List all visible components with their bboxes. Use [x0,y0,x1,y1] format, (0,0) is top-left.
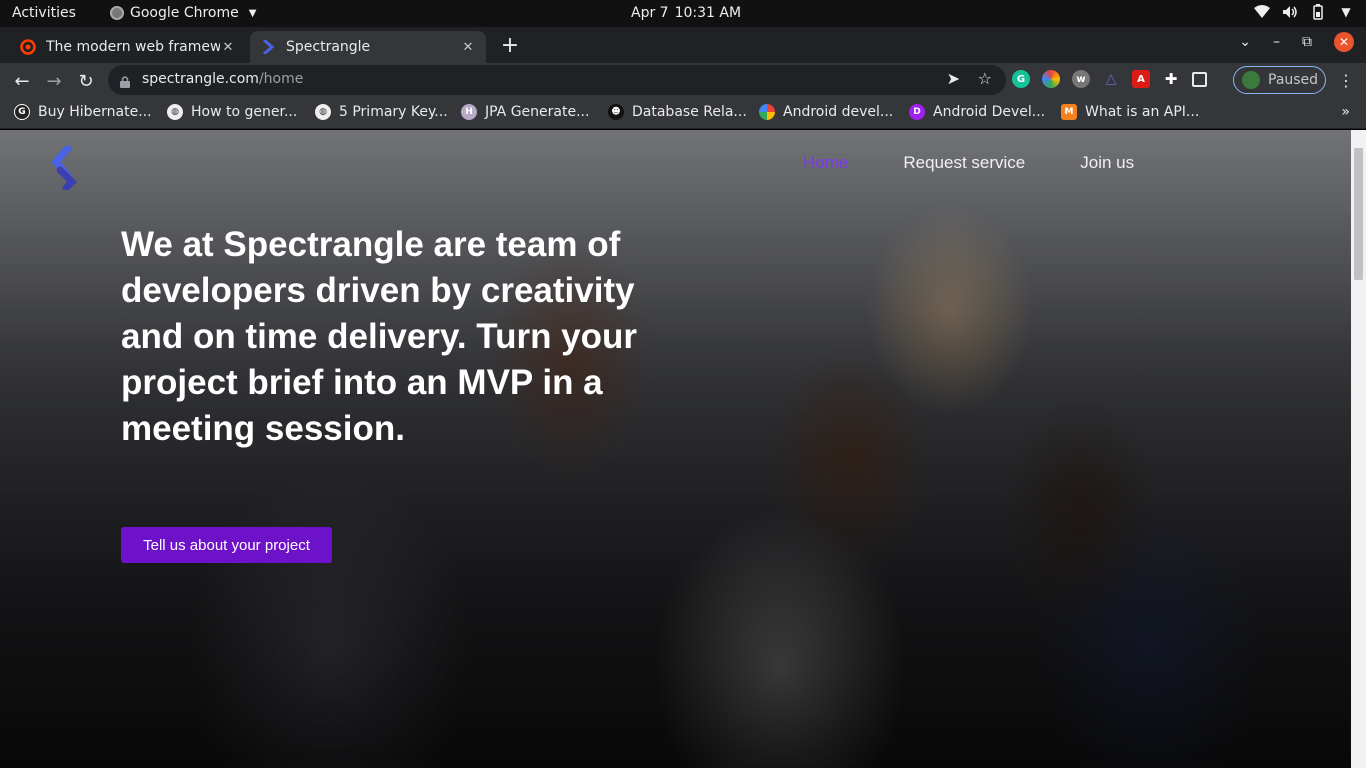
bookmark-label: Buy Hibernate... [38,104,152,120]
side-panel-icon[interactable] [1192,71,1207,87]
tab-search-icon[interactable]: ⌄ [1239,34,1251,50]
mulesoft-icon: M [1061,104,1077,120]
reload-icon[interactable]: ↻ [74,69,98,93]
profile-status: Paused [1268,72,1319,88]
bookmark-item[interactable]: D Android Devel... [909,104,1045,120]
browser-toolbar: ← → ↻ spectrangle.com/home ➤ ☆ G w △ A ✚… [0,63,1366,98]
bookmark-item[interactable]: ◍ How to gener... [167,104,297,120]
svelte-icon [20,39,36,55]
maximize-button[interactable]: ⧉ [1302,34,1312,50]
date: Apr 7 [631,5,669,21]
tab-title: The modern web framewo [46,39,220,55]
tab-title: Spectrangle [286,39,371,55]
devtools-extension-icon[interactable]: △ [1102,70,1120,88]
avatar [1242,71,1260,89]
bookmarks-bar: G Buy Hibernate... ◍ How to gener... ◍ 5… [0,98,1366,129]
ninja-icon: ☻ [608,104,624,120]
bookmark-star-icon[interactable]: ☆ [978,69,992,88]
window-controls: ⌄ – ⧉ ✕ [1239,32,1354,52]
new-tab-button[interactable]: + [498,33,522,58]
bookmark-label: Android Devel... [933,104,1046,120]
spectrangle-logo[interactable] [51,144,82,192]
globe-icon: ◍ [167,104,183,120]
time: 10:31 AM [674,5,742,21]
angular-icon[interactable]: A [1132,70,1150,88]
tab-strip: The modern web framewo ✕ Spectrangle ✕ +… [0,27,1366,63]
lock-icon[interactable] [120,73,130,88]
spectrangle-icon [260,39,276,55]
clock[interactable]: Apr 7 10:31 AM [631,5,741,21]
globe-icon: ◍ [315,104,331,120]
url-text[interactable]: spectrangle.com/home [142,71,303,87]
volume-icon [1282,4,1298,20]
close-tab-icon[interactable]: ✕ [220,40,236,55]
system-tray[interactable]: ▼ [1254,4,1354,20]
extensions: G w △ A ✚ [1012,70,1207,88]
system-top-bar: Activities Google Chrome ▼ Apr 7 10:31 A… [0,0,1366,27]
forward-icon[interactable]: → [42,69,66,93]
site-nav: Home Request service Join us [803,153,1134,173]
tell-us-button[interactable]: Tell us about your project [121,527,332,563]
bookmark-label: How to gener... [191,104,298,120]
google-icon [759,104,775,120]
battery-icon [1310,4,1326,20]
bookmark-item[interactable]: ◍ 5 Primary Key... [315,104,448,120]
wappalyzer-icon[interactable]: w [1072,70,1090,88]
address-bar[interactable]: spectrangle.com/home ➤ ☆ [108,65,1006,95]
bookmark-item[interactable]: G Buy Hibernate... [14,104,152,120]
bookmark-label: Android devel... [783,104,894,120]
bookmark-item[interactable]: ☻ Database Rela... [608,104,747,120]
hero-headline: We at Spectrangle are team of developers… [121,225,638,448]
scrollbar-thumb[interactable] [1354,148,1363,280]
url-domain: spectrangle.com [142,71,259,87]
bookmark-label: 5 Primary Key... [339,104,448,120]
g-icon: G [14,104,30,120]
bookmark-label: Database Rela... [632,104,747,120]
minimize-button[interactable]: – [1273,34,1280,50]
app-menu[interactable]: Google Chrome ▼ [110,5,256,21]
bookmark-item[interactable]: Android devel... [759,104,893,120]
tab-spectrangle[interactable]: Spectrangle ✕ [250,31,486,63]
url-path: /home [258,71,304,87]
hibernate-icon: H [461,104,477,120]
kebab-menu-icon[interactable]: ⋮ [1338,71,1354,90]
d-icon: D [909,104,925,120]
more-bookmarks-icon[interactable]: » [1341,104,1350,120]
tab-svelte[interactable]: The modern web framewo ✕ [10,31,246,63]
bookmark-label: JPA Generate... [485,104,590,120]
send-to-devices-icon[interactable]: ➤ [947,69,960,88]
grammarly-icon[interactable]: G [1012,70,1030,88]
back-icon[interactable]: ← [10,69,34,93]
wifi-icon [1254,4,1270,20]
chrome-icon [110,6,124,20]
chevron-down-icon: ▼ [248,7,257,19]
bookmark-item[interactable]: H JPA Generate... [461,104,589,120]
page-viewport: Home Request service Join us We at Spect… [0,130,1351,768]
bookmark-label: What is an API... [1085,104,1200,120]
nav-join-us[interactable]: Join us [1080,153,1134,173]
puzzle-icon[interactable]: ✚ [1162,70,1180,88]
page-scrollbar[interactable] [1351,130,1366,768]
chevron-down-icon: ▼ [1341,5,1351,19]
profile-button[interactable]: Paused [1233,66,1326,94]
close-window-button[interactable]: ✕ [1334,32,1354,52]
app-name: Google Chrome [130,5,239,21]
bookmark-item[interactable]: M What is an API... [1061,104,1199,120]
nav-request-service[interactable]: Request service [903,153,1025,173]
nav-home[interactable]: Home [803,153,848,173]
close-tab-icon[interactable]: ✕ [460,40,476,55]
colorzilla-icon[interactable] [1042,70,1060,88]
activities-button[interactable]: Activities [12,5,76,21]
